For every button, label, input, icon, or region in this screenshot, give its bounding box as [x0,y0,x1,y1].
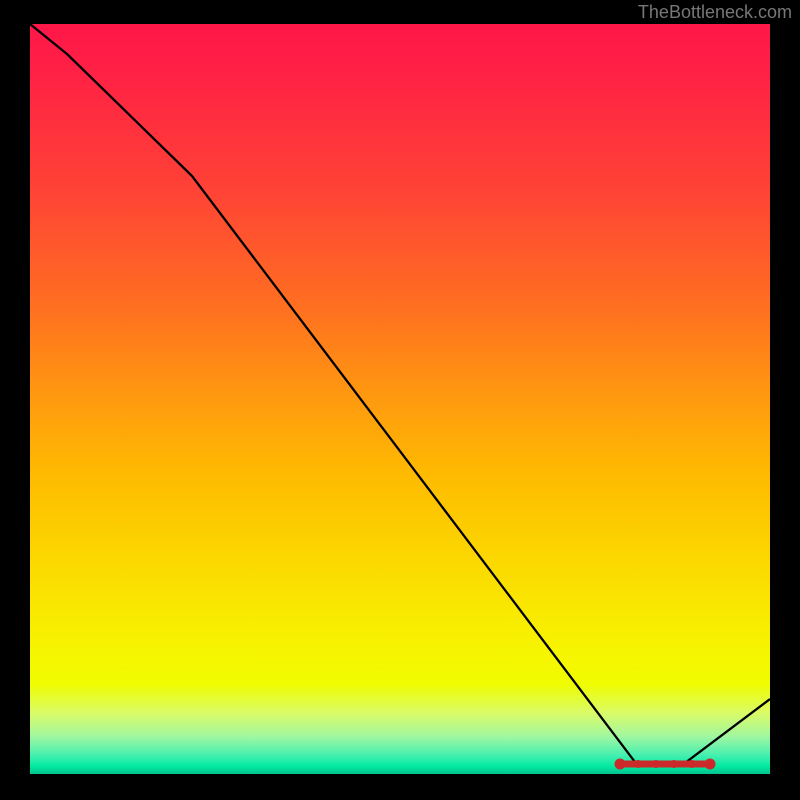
chart-svg [30,24,770,774]
optimal-marker [615,759,716,770]
deviation-curve-line [30,24,770,766]
plot-area [30,24,770,774]
attribution-text: TheBottleneck.com [638,2,792,23]
chart-container: TheBottleneck.com [0,0,800,800]
